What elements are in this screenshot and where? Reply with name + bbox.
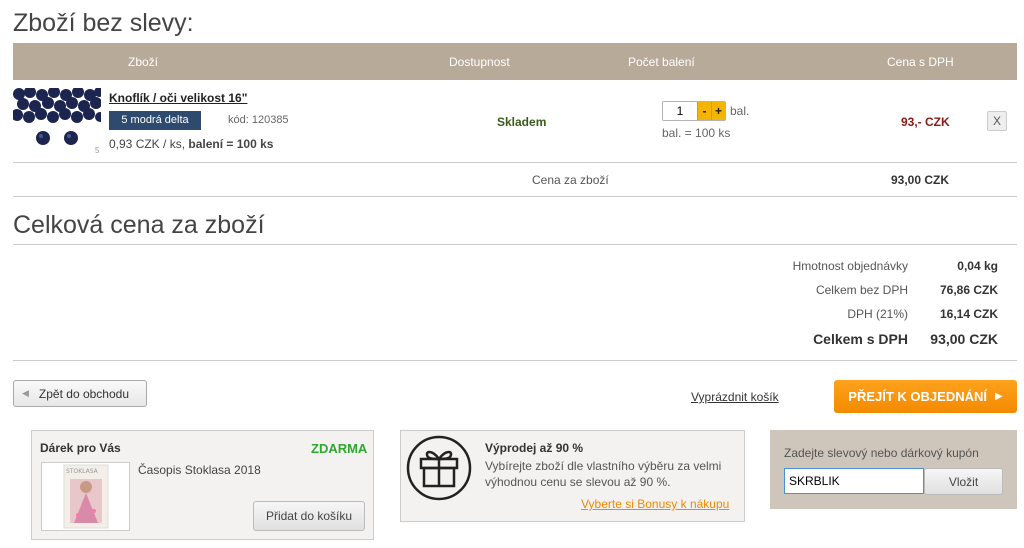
gift-box-icon [406, 435, 472, 501]
bonus-link[interactable]: Vyberte si Bonusy k nákupu [581, 497, 729, 511]
section-title: Zboží bez slevy: [13, 9, 194, 37]
order-button-label: PŘEJÍT K OBJEDNÁNÍ [848, 389, 987, 404]
row-divider [13, 162, 1017, 163]
coupon-panel: Zadejte slevový nebo dárkový kupón Vloži… [770, 430, 1017, 509]
unit-price-info: 0,93 CZK / ks, balení = 100 ks [109, 137, 273, 151]
total-divider [13, 244, 1017, 245]
image-badge: 5 [95, 146, 100, 155]
cart-table-header: Zboží Dostupnost Počet balení Cena s DPH [13, 43, 1017, 80]
goods-price-value: 93,00 CZK [891, 173, 950, 187]
summary-vat-value: 16,14 CZK [939, 307, 998, 321]
back-button-label: Zpět do obchodu [38, 386, 129, 401]
header-goods: Zboží [128, 55, 159, 69]
summary-weight-value: 0,04 kg [957, 259, 998, 273]
apply-coupon-button[interactable]: Vložit [924, 468, 1003, 495]
remove-item-button[interactable]: X [987, 111, 1007, 131]
gift-free-badge: ZDARMA [311, 441, 368, 456]
price-per-unit: 0,93 CZK / ks, [109, 137, 186, 151]
quantity-increase-button[interactable]: + [711, 102, 725, 120]
package-note: bal. = 100 ks [662, 126, 731, 140]
quantity-decrease-button[interactable]: - [697, 102, 711, 120]
variant-badge: 5 modrá delta [109, 111, 201, 130]
header-quantity: Počet balení [628, 55, 695, 69]
header-price: Cena s DPH [887, 55, 954, 69]
product-image[interactable] [13, 88, 101, 152]
chevron-left-icon: ◀ [22, 388, 29, 398]
product-price: 93,- CZK [901, 115, 950, 129]
summary-net-value: 76,86 CZK [939, 283, 998, 297]
goods-price-label: Cena za zboží [532, 173, 609, 187]
total-title: Celková cena za zboží [13, 211, 265, 239]
product-code: kód: 120385 [228, 114, 289, 126]
summary-total-value: 93,00 CZK [930, 331, 998, 347]
quantity-input[interactable] [663, 102, 697, 120]
coupon-input[interactable] [784, 468, 924, 494]
summary-total-label: Celkem s DPH [813, 331, 908, 347]
chevron-right-icon: ▶ [995, 391, 1003, 402]
sale-panel: Výprodej až 90 % Vybírejte zboží dle vla… [400, 430, 745, 522]
quantity-stepper: - + [662, 101, 726, 121]
summary-divider [13, 360, 1017, 361]
package-info: balení = 100 ks [188, 137, 274, 151]
proceed-to-order-button[interactable]: PŘEJÍT K OBJEDNÁNÍ ▶ [834, 380, 1017, 413]
gift-title: Dárek pro Vás [40, 441, 121, 455]
product-name-link[interactable]: Knoflík / oči velikost 16" [109, 91, 247, 105]
header-availability: Dostupnost [449, 55, 510, 69]
availability-status: Skladem [497, 115, 547, 129]
sale-text: Vybírejte zboží dle vlastního výběru za … [485, 459, 722, 489]
goods-divider [13, 196, 1017, 197]
empty-cart-link[interactable]: Vyprázdnit košík [691, 390, 779, 404]
unit-label: bal. [730, 104, 750, 118]
summary-weight-label: Hmotnost objednávky [792, 259, 908, 273]
gift-panel: Dárek pro Vás ZDARMA STOKLASA Časopis St… [31, 430, 374, 540]
back-to-shop-button[interactable]: ◀ Zpět do obchodu [13, 380, 147, 407]
summary-vat-label: DPH (21%) [847, 307, 908, 321]
gift-name: Časopis Stoklasa 2018 [138, 463, 261, 477]
cover-text: STOKLASA [66, 468, 99, 475]
sale-title: Výprodej až 90 % [485, 441, 584, 455]
summary-net-label: Celkem bez DPH [815, 283, 908, 297]
add-gift-to-cart-button[interactable]: Přidat do košíku [253, 501, 365, 531]
coupon-label: Zadejte slevový nebo dárkový kupón [784, 446, 979, 460]
magazine-cover: STOKLASA [41, 462, 130, 531]
